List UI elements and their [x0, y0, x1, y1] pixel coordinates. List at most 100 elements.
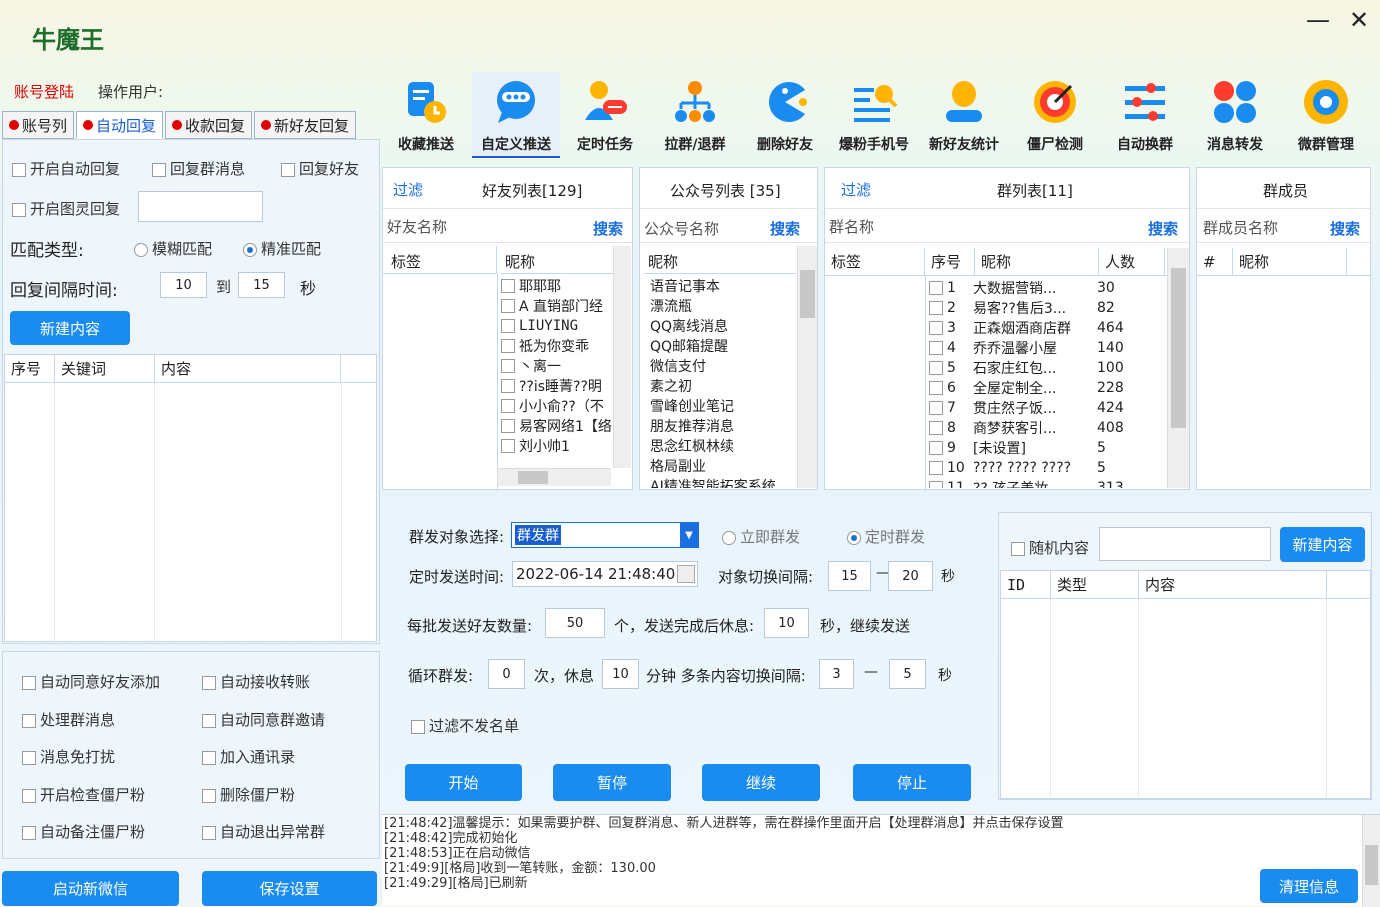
table-row[interactable]: 9 [未设置] 5 — [929, 438, 1167, 458]
clear-log-button[interactable]: 清理信息 — [1260, 869, 1358, 903]
member-search-link[interactable]: 搜索 — [1330, 218, 1360, 239]
list-item[interactable]: 小小俞??（不 — [501, 396, 613, 416]
table-row[interactable]: 2 易客??售后3... 82 — [929, 298, 1167, 318]
tool-group-manage[interactable]: 微群管理 — [1282, 78, 1370, 154]
send-timed-radio[interactable]: 定时群发 — [847, 526, 925, 547]
tool-pull-group[interactable]: 拉群/退群 — [651, 78, 739, 154]
content-input[interactable] — [1099, 527, 1271, 561]
random-content-checkbox[interactable]: 随机内容 — [1011, 537, 1089, 558]
reply-group-checkbox[interactable]: 回复群消息 — [152, 158, 245, 179]
content-switch-to-input[interactable]: 5 — [889, 659, 926, 689]
table-row[interactable]: 6 全屋定制全... 228 — [929, 378, 1167, 398]
list-item[interactable]: 刘小帅1 — [501, 436, 613, 456]
official-vscroll[interactable] — [797, 246, 817, 488]
enable-auto-reply-checkbox[interactable]: 开启自动回复 — [12, 158, 120, 179]
send-now-radio[interactable]: 立即群发 — [722, 526, 800, 547]
log-vscroll[interactable] — [1362, 815, 1380, 907]
tool-new-friend-stats[interactable]: 新好友统计 — [920, 78, 1008, 154]
opt-handle-group-msg[interactable]: 处理群消息 — [22, 709, 115, 730]
opt-add-contacts[interactable]: 加入通讯录 — [202, 746, 295, 767]
table-row[interactable]: 5 石家庄红包... 100 — [929, 358, 1167, 378]
interval-from-input[interactable]: 10 — [160, 272, 207, 298]
content-switch-from-input[interactable]: 3 — [819, 659, 854, 689]
list-item[interactable]: 雪峰创业笔记 — [650, 396, 798, 416]
list-item[interactable]: QQ离线消息 — [650, 316, 798, 336]
official-search-link[interactable]: 搜索 — [770, 218, 800, 239]
list-item[interactable]: QQ邮箱提醒 — [650, 336, 798, 356]
batch-input[interactable]: 50 — [545, 608, 605, 638]
list-item[interactable]: 语音记事本 — [650, 276, 798, 296]
list-item[interactable]: 素之初 — [650, 376, 798, 396]
opt-mute[interactable]: 消息免打扰 — [22, 746, 115, 767]
new-content-button[interactable]: 新建内容 — [10, 311, 130, 345]
list-item[interactable]: 祗为你变乖 — [501, 336, 613, 356]
switch-from-input[interactable]: 15 — [828, 561, 871, 591]
list-item[interactable]: A 直销部门经 — [501, 296, 613, 316]
tool-timed-task[interactable]: 定时任务 — [561, 78, 649, 154]
loop-rest-input[interactable]: 10 — [602, 659, 639, 689]
tool-zombie-check[interactable]: 僵尸检测 — [1011, 78, 1099, 154]
friend-hscroll[interactable] — [497, 468, 611, 486]
table-row[interactable]: 10???? ???? ???? 5 — [929, 458, 1167, 478]
reply-friend-checkbox[interactable]: 回复好友 — [281, 158, 359, 179]
save-settings-button[interactable]: 保存设置 — [202, 871, 377, 906]
opt-accept-group-invite[interactable]: 自动同意群邀请 — [202, 709, 325, 730]
close-button[interactable]: ✕ — [1349, 6, 1369, 34]
stop-button[interactable]: 停止 — [853, 764, 971, 801]
interval-to-input[interactable]: 15 — [238, 272, 285, 298]
start-button[interactable]: 开始 — [405, 764, 522, 801]
table-row[interactable]: 3 正森烟酒商店群 464 — [929, 318, 1167, 338]
opt-auto-receive-transfer[interactable]: 自动接收转账 — [202, 671, 310, 692]
opt-remark-zombie[interactable]: 自动备注僵尸粉 — [22, 821, 145, 842]
target-select[interactable]: 群发群 ▼ — [511, 522, 699, 548]
login-link[interactable]: 账号登陆 — [14, 81, 74, 102]
fuzzy-match-radio[interactable]: 模糊匹配 — [134, 238, 212, 259]
tab-new-friend-reply[interactable]: 新好友回复 — [254, 111, 357, 139]
filter-blacklist-checkbox[interactable]: 过滤不发名单 — [411, 715, 519, 736]
tool-fav-push[interactable]: 收藏推送 — [382, 78, 470, 154]
list-item[interactable]: 丶离一 — [501, 356, 613, 376]
friend-filter-link[interactable]: 过滤 — [393, 179, 423, 200]
list-item[interactable]: AI精准智能拓客系统 — [650, 476, 798, 488]
switch-to-input[interactable]: 20 — [888, 561, 933, 591]
opt-check-zombie[interactable]: 开启检查僵尸粉 — [22, 784, 145, 805]
group-search-link[interactable]: 搜索 — [1148, 218, 1178, 239]
list-item[interactable]: LIUYING — [501, 316, 613, 336]
loop-input[interactable]: 0 — [488, 659, 525, 689]
list-item[interactable]: 格局副业 — [650, 456, 798, 476]
rest-input[interactable]: 10 — [764, 608, 809, 638]
enable-tuling-checkbox[interactable]: 开启图灵回复 — [12, 198, 120, 219]
tool-custom-push[interactable]: 自定义推送 — [472, 72, 560, 158]
list-item[interactable]: ??is睡菁??明 — [501, 376, 613, 396]
tool-auto-switch-group[interactable]: 自动换群 — [1101, 78, 1189, 154]
opt-delete-zombie[interactable]: 删除僵尸粉 — [202, 784, 295, 805]
tool-delete-friend[interactable]: 删除好友 — [741, 78, 829, 154]
tab-accounts[interactable]: 账号列 — [2, 111, 75, 139]
tool-msg-forward[interactable]: 消息转发 — [1191, 78, 1279, 154]
list-item[interactable]: 耶耶耶 — [501, 276, 613, 296]
list-item[interactable]: 思念红枫林续 — [650, 436, 798, 456]
pause-button[interactable]: 暂停 — [553, 764, 671, 801]
table-row[interactable]: 4 乔乔温馨小屋 140 — [929, 338, 1167, 358]
table-row[interactable]: 11?? 孩子美妆313 — [929, 478, 1167, 488]
group-vscroll[interactable] — [1167, 248, 1189, 488]
group-filter-link[interactable]: 过滤 — [841, 179, 871, 200]
table-row[interactable]: 1 大数据营销... 30 — [929, 278, 1167, 298]
tab-auto-reply[interactable]: 自动回复 — [76, 111, 164, 139]
exact-match-radio[interactable]: 精准匹配 — [243, 238, 321, 259]
table-row[interactable]: 7 贯庄然子饭... 424 — [929, 398, 1167, 418]
opt-exit-abnormal-group[interactable]: 自动退出异常群 — [202, 821, 325, 842]
tuling-key-input[interactable] — [138, 191, 263, 222]
list-item[interactable]: 漂流瓶 — [650, 296, 798, 316]
new-content-button-2[interactable]: 新建内容 — [1280, 527, 1365, 562]
tool-phone-numbers[interactable]: 爆粉手机号 — [830, 78, 918, 154]
minimize-button[interactable]: — — [1306, 6, 1330, 34]
list-item[interactable]: 微信支付 — [650, 356, 798, 376]
friend-search-link[interactable]: 搜索 — [593, 218, 623, 239]
tab-payment-reply[interactable]: 收款回复 — [165, 111, 253, 139]
list-item[interactable]: 易客网络1【络 — [501, 416, 613, 436]
list-item[interactable]: 朋友推荐消息 — [650, 416, 798, 436]
table-row[interactable]: 8 商梦获客引... 408 — [929, 418, 1167, 438]
opt-auto-accept-friend[interactable]: 自动同意好友添加 — [22, 671, 160, 692]
start-wechat-button[interactable]: 启动新微信 — [2, 871, 179, 906]
